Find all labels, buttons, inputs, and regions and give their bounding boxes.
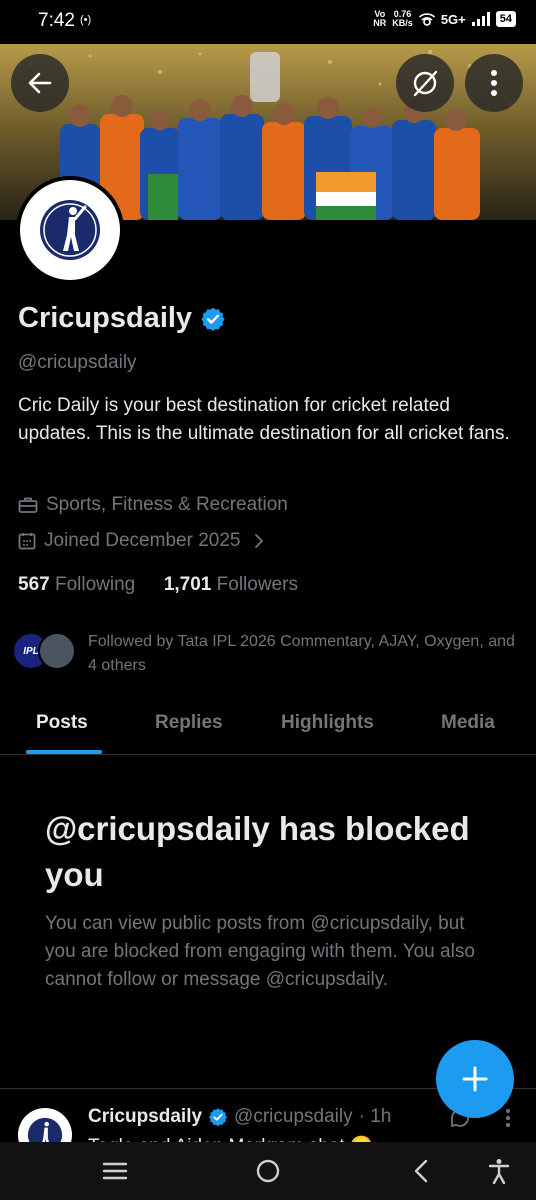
profile-avatar[interactable]: [16, 176, 124, 284]
tab-replies[interactable]: Replies: [155, 712, 223, 734]
compose-button[interactable]: [436, 1040, 514, 1118]
post-author-handle: @cricupsdaily: [234, 1106, 353, 1127]
briefcase-icon: [18, 497, 38, 513]
back-button[interactable]: [11, 54, 69, 112]
calendar-icon: [18, 533, 36, 550]
verified-badge-icon[interactable]: [200, 306, 226, 332]
network-speed: 0.76 KB/s: [392, 9, 413, 28]
post-avatar[interactable]: [18, 1108, 72, 1142]
followed-by-text: Followed by Tata IPL 2026 Commentary, AJ…: [88, 633, 515, 674]
profile-handle: @cricupsdaily: [18, 352, 137, 373]
followers-link[interactable]: 1,701 Followers: [164, 574, 298, 595]
profile-bio: Cric Daily is your best destination for …: [18, 395, 510, 444]
chevron-right-icon: [255, 534, 264, 548]
accessibility-icon: [488, 1159, 510, 1184]
category-label: Sports, Fitness & Recreation: [46, 494, 288, 515]
tab-highlights[interactable]: Highlights: [281, 712, 374, 734]
status-time: 7:42: [38, 10, 75, 31]
tab-posts[interactable]: Posts: [36, 712, 88, 734]
following-link[interactable]: 567 Following: [18, 574, 135, 595]
back-chevron-icon: [414, 1159, 428, 1183]
blocked-description: You can view public posts from @cricupsd…: [45, 913, 475, 990]
post-header: Cricupsdaily @cricupsdaily · 1h: [88, 1106, 391, 1128]
profile-category: Sports, Fitness & Recreation: [18, 494, 288, 516]
post-text: Tagle and Aiden Markram shot 😊: [88, 1134, 374, 1142]
status-bar: 7:42 (•) Vo NR 0.76 KB/s 5G+ 54: [0, 0, 536, 44]
display-name: Cricupsdaily: [18, 302, 193, 334]
accessibility-button[interactable]: [484, 1156, 514, 1186]
following-label: Following: [54, 574, 136, 595]
plus-icon: [462, 1066, 488, 1092]
recent-apps-button[interactable]: [100, 1156, 130, 1186]
active-tab-indicator: [26, 750, 102, 754]
post-author-name: Cricupsdaily: [88, 1106, 203, 1127]
cricket-logo-icon: [40, 200, 100, 260]
followed-by-avatars: IPL: [12, 630, 78, 670]
home-button[interactable]: [253, 1156, 283, 1186]
blocked-title: @cricupsdaily has blocked you: [45, 810, 470, 893]
profile-tabs: Posts Replies Highlights Media: [0, 700, 536, 755]
joined-label: Joined December 2025: [44, 530, 241, 551]
joined-date-row[interactable]: Joined December 2025: [18, 530, 266, 552]
tab-media[interactable]: Media: [441, 712, 495, 734]
hotspot-icon: (•): [80, 14, 92, 26]
followers-count: 1,701: [163, 574, 212, 595]
cricket-logo-icon: [27, 1117, 63, 1142]
system-navigation-bar: [0, 1142, 536, 1200]
back-arrow-icon: [28, 72, 52, 94]
follow-stats: 567 Following 1,701 Followers: [18, 574, 298, 596]
volte-indicator: Vo NR: [373, 9, 387, 28]
menu-lines-icon: [102, 1162, 128, 1180]
more-vertical-icon: [491, 70, 497, 96]
follower-avatar: [38, 632, 76, 670]
followers-label: Followers: [216, 574, 298, 595]
wifi-calling-icon: [418, 13, 435, 26]
status-icons: Vo NR 0.76 KB/s 5G+ 54: [373, 10, 516, 28]
back-nav-button[interactable]: [406, 1156, 436, 1186]
verified-badge-icon: [209, 1108, 228, 1127]
profile-name: Cricupsdaily: [18, 302, 226, 335]
signal-icon: [471, 12, 490, 26]
grok-button[interactable]: [396, 54, 454, 112]
home-circle-icon: [256, 1159, 280, 1183]
followed-by-row[interactable]: IPL Followed by Tata IPL 2026 Commentary…: [12, 630, 518, 678]
battery-icon: 54: [495, 11, 516, 27]
more-options-button[interactable]: [465, 54, 523, 112]
grok-icon: [413, 70, 438, 97]
post-more-icon[interactable]: [505, 1108, 511, 1128]
post-time: · 1h: [358, 1106, 392, 1127]
network-type: 5G+: [440, 11, 466, 27]
following-count: 567: [18, 574, 50, 595]
